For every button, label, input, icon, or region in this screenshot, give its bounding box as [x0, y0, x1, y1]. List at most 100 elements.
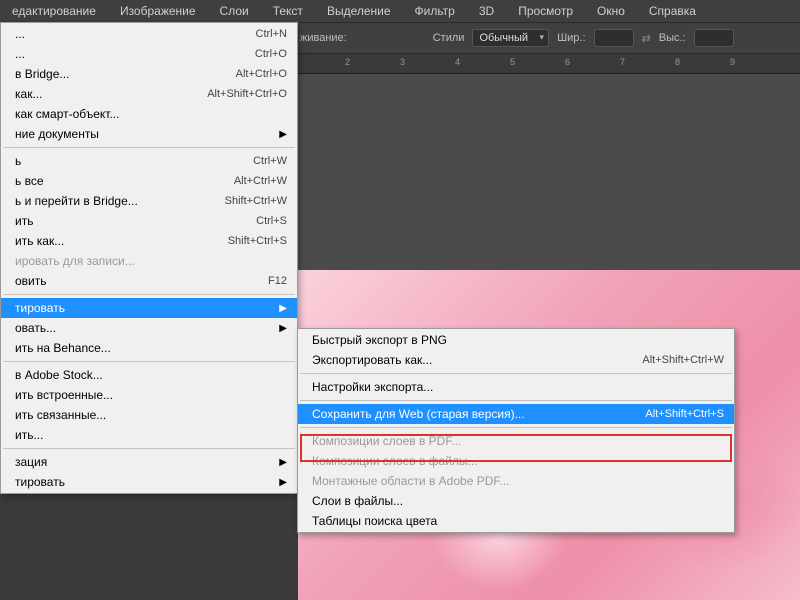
submenu-arrow-icon: ▶ [279, 323, 287, 334]
submenu-arrow-icon: ▶ [279, 457, 287, 468]
menu-shortcut: Ctrl+O [255, 48, 287, 60]
menu-shortcut: Alt+Shift+Ctrl+S [645, 408, 724, 420]
menu-shortcut: Alt+Ctrl+O [236, 68, 287, 80]
menu-filter[interactable]: Фильтр [403, 1, 467, 21]
menu-item-label: Монтажные области в Adobe PDF... [312, 474, 724, 488]
menu-item-label: ... [15, 27, 232, 41]
submenu-save-for-web[interactable]: Сохранить для Web (старая версия)... Alt… [298, 404, 734, 424]
menu-item-label: ить встроенные... [15, 388, 287, 402]
menu-item-label: овить [15, 274, 244, 288]
menu-item-save[interactable]: ить Ctrl+S [1, 211, 297, 231]
width-field[interactable] [594, 29, 634, 47]
menu-item-label: ить... [15, 428, 287, 442]
menu-shortcut: Alt+Shift+Ctrl+O [207, 88, 287, 100]
menu-item-label: ние документы [15, 127, 271, 141]
menu-item-package[interactable]: ить... [1, 425, 297, 445]
menu-item-label: ь [15, 154, 229, 168]
submenu-arrow-icon: ▶ [279, 129, 287, 140]
menu-item-save-as[interactable]: ить как... Shift+Ctrl+S [1, 231, 297, 251]
ruler-tick: 8 [675, 57, 680, 67]
smoothing-label: живание: [300, 32, 347, 44]
submenu-color-lookup-tables[interactable]: Таблицы поиска цвета [298, 511, 734, 531]
menu-item-close[interactable]: ь Ctrl+W [1, 151, 297, 171]
menu-item-label: Композиции слоев в PDF... [312, 434, 724, 448]
menu-item-scripts[interactable]: тировать ▶ [1, 472, 297, 492]
menu-item-label: Сохранить для Web (старая версия)... [312, 407, 621, 421]
menu-edit[interactable]: едактирование [0, 1, 108, 21]
ruler-tick: 4 [455, 57, 460, 67]
menu-shortcut: Ctrl+W [253, 155, 287, 167]
menu-shortcut: F12 [268, 275, 287, 287]
ruler-tick: 5 [510, 57, 515, 67]
menu-item-place-embedded[interactable]: ить встроенные... [1, 385, 297, 405]
menu-shortcut: Alt+Ctrl+W [234, 175, 287, 187]
menu-item-place-linked[interactable]: ить связанные... [1, 405, 297, 425]
menu-text[interactable]: Текст [261, 1, 315, 21]
height-field[interactable] [694, 29, 734, 47]
menu-image[interactable]: Изображение [108, 1, 208, 21]
menu-item-generate[interactable]: овать... ▶ [1, 318, 297, 338]
menu-item-open-smart[interactable]: как смарт-объект... [1, 104, 297, 124]
export-submenu: Быстрый экспорт в PNG Экспортировать как… [297, 328, 735, 533]
menu-item-behance[interactable]: ить на Behance... [1, 338, 297, 358]
menu-item-close-bridge[interactable]: ь и перейти в Bridge... Shift+Ctrl+W [1, 191, 297, 211]
submenu-artboards-pdf: Монтажные области в Adobe PDF... [298, 471, 734, 491]
style-select[interactable]: Обычный [472, 29, 549, 47]
menu-separator [3, 448, 295, 449]
menu-help[interactable]: Справка [637, 1, 708, 21]
menu-item-open[interactable]: ... Ctrl+O [1, 44, 297, 64]
canvas-background [298, 74, 800, 270]
height-label: Выс.: [659, 32, 686, 44]
menu-item-label: зация [15, 455, 271, 469]
menu-item-adobe-stock[interactable]: в Adobe Stock... [1, 365, 297, 385]
menu-item-revert[interactable]: овить F12 [1, 271, 297, 291]
menu-layers[interactable]: Слои [208, 1, 261, 21]
submenu-layer-comps-files: Композиции слоев в файлы... [298, 451, 734, 471]
menu-item-label: ить связанные... [15, 408, 287, 422]
ruler-tick: 3 [400, 57, 405, 67]
menu-separator [3, 361, 295, 362]
submenu-export-prefs[interactable]: Настройки экспорта... [298, 377, 734, 397]
menu-item-label: ить на Behance... [15, 341, 287, 355]
menu-item-label: Таблицы поиска цвета [312, 514, 724, 528]
menu-item-open-as[interactable]: как... Alt+Shift+Ctrl+O [1, 84, 297, 104]
submenu-arrow-icon: ▶ [279, 303, 287, 314]
menu-item-label: в Adobe Stock... [15, 368, 287, 382]
width-label: Шир.: [557, 32, 585, 44]
menu-item-automate[interactable]: зация ▶ [1, 452, 297, 472]
submenu-quick-export-png[interactable]: Быстрый экспорт в PNG [298, 330, 734, 350]
menu-item-export[interactable]: тировать ▶ [1, 298, 297, 318]
menu-view[interactable]: Просмотр [506, 1, 585, 21]
menu-item-new[interactable]: ... Ctrl+N [1, 24, 297, 44]
menu-item-recent[interactable]: ние документы ▶ [1, 124, 297, 144]
menu-separator [300, 427, 732, 428]
ruler-tick: 9 [730, 57, 735, 67]
menu-item-browse-bridge[interactable]: в Bridge... Alt+Ctrl+O [1, 64, 297, 84]
ruler-tick: 6 [565, 57, 570, 67]
menu-select[interactable]: Выделение [315, 1, 403, 21]
submenu-export-as[interactable]: Экспортировать как... Alt+Shift+Ctrl+W [298, 350, 734, 370]
menu-shortcut: Ctrl+S [256, 215, 287, 227]
menu-item-label: тировать [15, 301, 271, 315]
menu-separator [300, 400, 732, 401]
menu-shortcut: Shift+Ctrl+S [228, 235, 287, 247]
menu-item-label: тировать [15, 475, 271, 489]
menu-shortcut: Alt+Shift+Ctrl+W [642, 354, 724, 366]
menu-window[interactable]: Окно [585, 1, 637, 21]
menu-item-label: как... [15, 87, 183, 101]
menu-item-label: Композиции слоев в файлы... [312, 454, 724, 468]
styles-label: Стили [433, 32, 465, 44]
menu-3d[interactable]: 3D [467, 1, 506, 21]
menu-item-close-all[interactable]: ь все Alt+Ctrl+W [1, 171, 297, 191]
menu-item-label: Быстрый экспорт в PNG [312, 333, 724, 347]
menu-item-label: овать... [15, 321, 271, 335]
submenu-arrow-icon: ▶ [279, 477, 287, 488]
menu-item-label: Экспортировать как... [312, 353, 618, 367]
submenu-layers-to-files[interactable]: Слои в файлы... [298, 491, 734, 511]
submenu-layer-comps-pdf: Композиции слоев в PDF... [298, 431, 734, 451]
menu-shortcut: Ctrl+N [256, 28, 287, 40]
menu-item-label: как смарт-объект... [15, 107, 287, 121]
menu-separator [3, 147, 295, 148]
swap-icon[interactable]: ⇄ [642, 32, 651, 45]
menu-separator [300, 373, 732, 374]
